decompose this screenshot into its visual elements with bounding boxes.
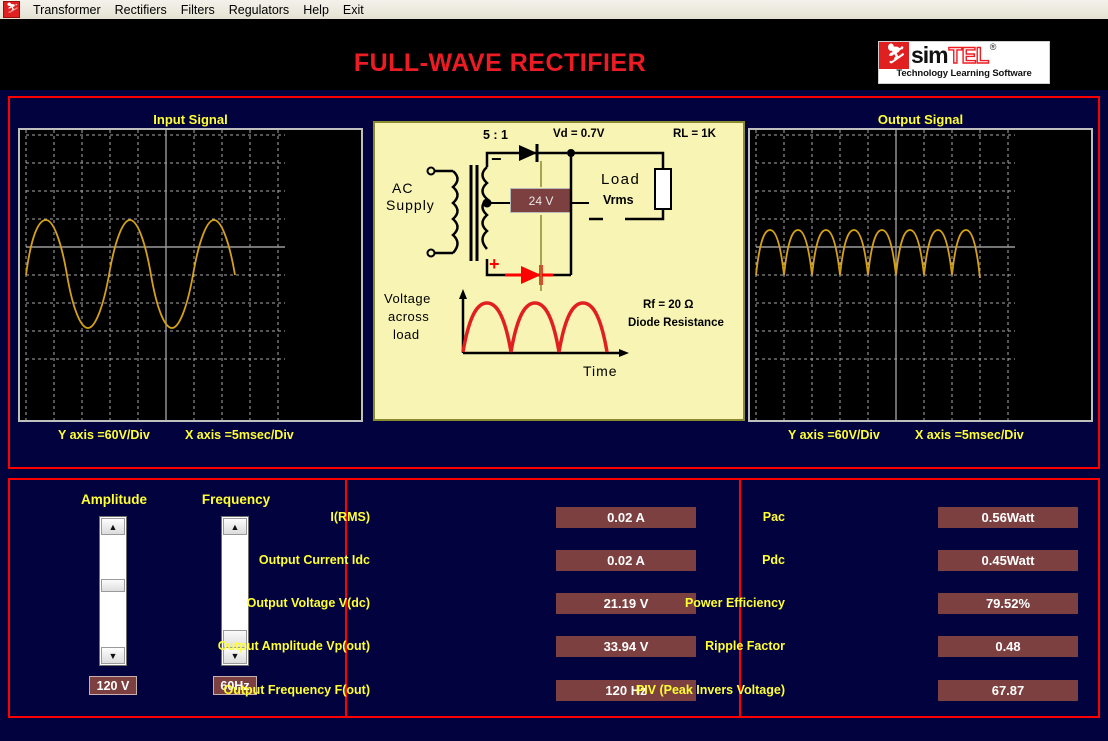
signals-panel: Input Signal Y axis =60V/Div X axis =5ms… xyxy=(8,96,1100,558)
circuit-diagram-panel: 5 : 1 Vd = 0.7V RL = 1K AC Supply Load V… xyxy=(373,121,745,421)
input-signal-title: Input Signal xyxy=(153,112,228,127)
input-scope-canvas xyxy=(25,130,285,420)
output-signal-title: Output Signal xyxy=(877,112,964,127)
menu-item-transformer[interactable]: Transformer xyxy=(26,2,108,18)
measure-value-piv: 67.87 xyxy=(938,680,1078,701)
title-band: FULL-WAVE RECTIFIER ⛷ sim TEL ® Technolo… xyxy=(0,19,1108,90)
logo-text-tel: TEL xyxy=(948,42,990,68)
logo-wordmark: ⛷ sim TEL ® xyxy=(879,42,1049,69)
frequency-label: Frequency xyxy=(201,492,271,507)
measure-value-pdc: 0.45Watt xyxy=(938,550,1078,571)
measure-label-vpout: Output Amplitude Vp(out) xyxy=(217,639,370,653)
amplitude-slider-down-arrow[interactable]: ▼ xyxy=(101,647,125,664)
svg-text:−: − xyxy=(491,149,502,169)
voltage-across-load-line2: across xyxy=(388,309,430,324)
running-man-icon: ⛷ xyxy=(3,1,20,18)
measure-label-vdc: Output Voltage V(dc) xyxy=(246,596,370,610)
amplitude-label: Amplitude xyxy=(81,492,147,507)
measure-label-fout: Output Frequency F(out) xyxy=(223,683,370,697)
svg-text:+: + xyxy=(489,254,500,274)
amplitude-value: 120 V xyxy=(89,676,137,695)
output-y-axis-caption: Y axis =60V/Div xyxy=(788,428,880,442)
page-title: FULL-WAVE RECTIFIER xyxy=(353,49,647,77)
menu-bar: ⛷ Transformer Rectifiers Filters Regulat… xyxy=(0,0,1108,20)
measure-label-pdc: Pdc xyxy=(762,553,785,567)
input-x-axis-caption: X axis =5msec/Div xyxy=(185,428,294,442)
amplitude-slider[interactable]: ▲ ▼ xyxy=(99,516,127,666)
menu-item-help[interactable]: Help xyxy=(296,2,336,18)
circuit-schematic: − + xyxy=(426,144,672,357)
menu-item-exit[interactable]: Exit xyxy=(336,2,371,18)
measure-value-pac: 0.56Watt xyxy=(938,507,1078,528)
output-signal-scope[interactable] xyxy=(748,128,1093,422)
measure-label-piv: PIV (Peak Invers Voltage) xyxy=(635,683,785,697)
diode-resistance-value: Rf = 20 Ω xyxy=(643,299,694,311)
simtel-logo: ⛷ sim TEL ® Technology Learning Software xyxy=(878,41,1050,84)
input-y-axis-caption: Y axis =60V/Div xyxy=(58,428,150,442)
measure-value-efficiency: 79.52% xyxy=(938,593,1078,614)
measure-label-pac: Pac xyxy=(762,510,785,524)
menu-item-rectifiers[interactable]: Rectifiers xyxy=(108,2,174,18)
measure-label-irms: I(RMS) xyxy=(330,510,370,524)
output-x-axis-caption: X axis =5msec/Div xyxy=(915,428,1024,442)
amplitude-slider-thumb[interactable] xyxy=(101,579,125,592)
controls-and-measurements-panel: Amplitude ▲ ▼ 120 V Frequency ▲ ▼ 60Hz I… xyxy=(8,478,1100,718)
time-axis-label: Time xyxy=(583,363,618,379)
measure-label-efficiency: Power Efficiency xyxy=(684,596,785,610)
logo-mark-glyph: ⛷ xyxy=(886,44,906,65)
menu-item-filters[interactable]: Filters xyxy=(174,2,222,18)
menu-item-regulators[interactable]: Regulators xyxy=(222,2,296,18)
measure-value-ripple: 0.48 xyxy=(938,636,1078,657)
input-signal-scope[interactable] xyxy=(18,128,363,422)
logo-running-man-icon: ⛷ xyxy=(879,42,909,69)
logo-text-sim: sim xyxy=(911,42,949,68)
measure-label-ripple: Ripple Factor xyxy=(705,639,785,653)
app-icon-glyph: ⛷ xyxy=(6,3,19,14)
output-scope-canvas xyxy=(755,130,1015,420)
logo-registered-mark: ® xyxy=(989,42,997,52)
logo-tagline: Technology Learning Software xyxy=(896,68,1032,79)
diode-resistance-caption: Diode Resistance xyxy=(628,317,724,329)
voltage-across-load-line1: Voltage xyxy=(384,291,431,306)
measure-label-idc: Output Current Idc xyxy=(258,553,370,567)
amplitude-slider-up-arrow[interactable]: ▲ xyxy=(101,518,125,535)
voltage-across-load-line3: load xyxy=(393,327,420,342)
